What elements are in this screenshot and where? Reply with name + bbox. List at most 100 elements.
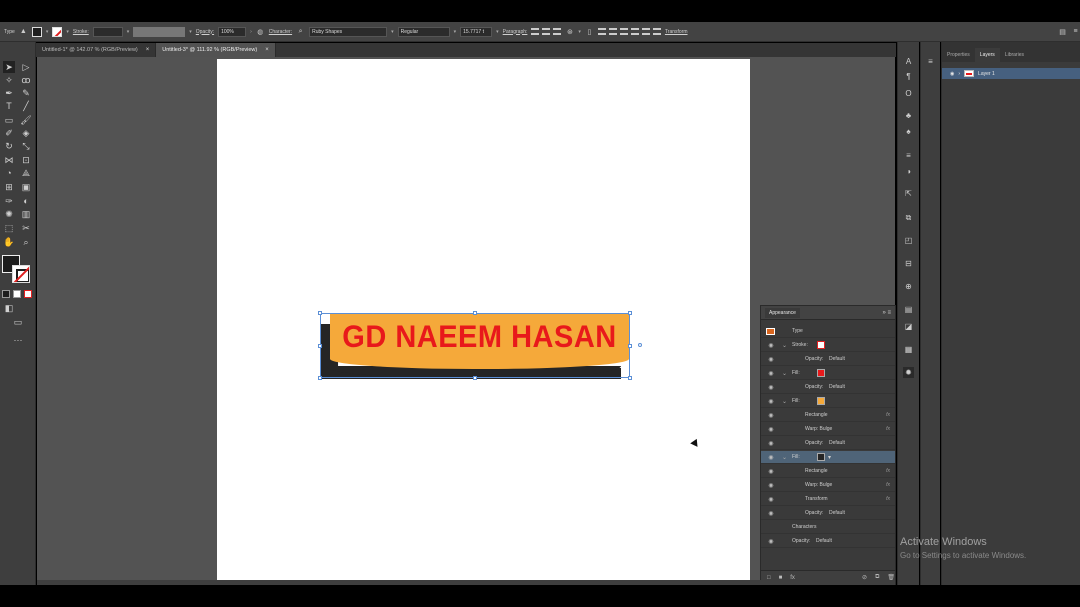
paragraph-panel-icon[interactable]: ¶ <box>903 71 914 82</box>
selection-bounding-box[interactable] <box>320 313 630 378</box>
align-panel-icon[interactable]: ⊟ <box>903 258 914 269</box>
width-tool-icon[interactable]: ⋈ <box>3 154 15 166</box>
brushes-panel-icon[interactable]: ♠ <box>903 126 914 137</box>
visibility-eye-icon[interactable]: ◉ <box>767 356 775 363</box>
rectangle-tool-icon[interactable]: ▭ <box>3 114 15 126</box>
export-panel-icon[interactable]: ⇱ <box>903 188 914 199</box>
none-mode-icon[interactable] <box>24 290 32 298</box>
appearance-row-opacity[interactable]: ◉ Opacity: Default <box>761 381 895 394</box>
chevron-down-icon[interactable]: ⌄ <box>782 342 787 349</box>
stroke-weight-input[interactable] <box>92 26 123 37</box>
line-tool-icon[interactable]: ╱ <box>20 100 32 112</box>
resize-handle[interactable] <box>318 344 322 348</box>
perspective-grid-tool-icon[interactable]: ⟁ <box>20 167 32 179</box>
symbols-panel-icon[interactable]: ♣ <box>903 110 914 121</box>
image-trace-panel-icon[interactable]: ▦ <box>903 344 914 355</box>
appearance-row-fill-black[interactable]: ◉ ⌄ Fill: ▾ <box>761 451 895 464</box>
chevron-right-icon[interactable]: › <box>250 29 252 35</box>
appearance-row-opacity[interactable]: ◉ Opacity: Default <box>761 437 895 450</box>
character-panel-icon[interactable]: A <box>903 56 914 67</box>
fill-orange-swatch[interactable] <box>817 397 825 405</box>
chevron-down-icon[interactable]: ▾ <box>189 29 192 35</box>
appearance-row-effect[interactable]: ◉ Warp: Bulge fx <box>761 479 895 492</box>
arrange-icon[interactable]: ▤ <box>1058 27 1067 36</box>
panel-menu-icon[interactable]: ≡ <box>925 56 936 67</box>
resize-handle[interactable] <box>318 376 322 380</box>
tab-properties[interactable]: Properties <box>942 48 975 62</box>
transform-label[interactable]: Transform <box>665 29 688 35</box>
visibility-eye-icon[interactable]: ◉ <box>767 426 775 433</box>
character-label[interactable]: Character: <box>269 29 292 35</box>
paragraph-align-group[interactable] <box>531 28 562 35</box>
shape-builder-tool-icon[interactable]: ◔ <box>3 167 15 179</box>
visibility-eye-icon[interactable]: ◉ <box>767 384 775 391</box>
visibility-eye-icon[interactable]: ◉ <box>767 538 775 545</box>
recolor-icon[interactable]: ◍ <box>256 27 265 36</box>
appearance-row-effect[interactable]: ◉ Rectangle fx <box>761 465 895 478</box>
resize-handle[interactable] <box>628 311 632 315</box>
paintbrush-tool-icon[interactable]: 🖌 <box>20 114 32 126</box>
graphic-styles-panel-icon[interactable]: ⊕ <box>903 281 914 292</box>
stroke-none-swatch[interactable] <box>817 341 825 349</box>
appearance-row-opacity[interactable]: ◉ Opacity: Default <box>761 353 895 366</box>
resize-handle[interactable] <box>473 376 477 380</box>
shaper-tool-icon[interactable]: ✐ <box>3 127 15 139</box>
fill-red-swatch[interactable] <box>817 369 825 377</box>
magic-wand-tool-icon[interactable]: ✧ <box>3 74 15 86</box>
font-style-select[interactable]: Regular <box>397 26 450 37</box>
resize-handle[interactable] <box>318 311 322 315</box>
warning-triangle-icon[interactable]: ▲ <box>19 27 28 36</box>
font-size-input[interactable]: 15.7717 t <box>460 26 493 37</box>
mesh-tool-icon[interactable]: ⊞ <box>3 181 15 193</box>
panel-menu-icon[interactable]: » ≡ <box>882 310 891 316</box>
panel-title[interactable]: Appearance <box>765 307 800 318</box>
tab-untitled-1[interactable]: Untitled-1* @ 142.07 % (RGB/Preview) × <box>36 43 157 57</box>
visibility-eye-icon[interactable]: ◉ <box>767 454 775 461</box>
visibility-eye-icon[interactable]: ◉ <box>767 510 775 517</box>
variable-width-profile[interactable] <box>133 26 186 37</box>
font-family-select[interactable]: Ruby Shapes <box>309 26 388 37</box>
chevron-down-icon[interactable]: ⌄ <box>782 454 787 461</box>
align-to-icon[interactable]: ▯ <box>585 27 594 36</box>
pathfinder-panel-icon[interactable]: ◰ <box>903 235 914 246</box>
appearance-row-fill-orange[interactable]: ◉ ⌄ Fill: <box>761 395 895 408</box>
appearance-row-characters[interactable]: Characters <box>761 521 895 534</box>
direct-selection-tool-icon[interactable]: ▷ <box>20 61 32 73</box>
opentype-panel-icon[interactable]: O <box>903 88 914 99</box>
appearance-row-fill-red[interactable]: ◉ ⌄ Fill: <box>761 367 895 380</box>
fx-icon[interactable]: fx <box>886 426 890 432</box>
tab-layers[interactable]: Layers <box>974 48 1000 62</box>
chevron-down-icon[interactable]: ▾ <box>66 29 69 35</box>
selection-tool-icon[interactable]: ➤ <box>3 61 15 73</box>
pen-tool-icon[interactable]: ✒ <box>3 87 15 99</box>
appearance-row-effect[interactable]: ◉ Warp: Bulge fx <box>761 423 895 436</box>
rotate-tool-icon[interactable]: ↻ <box>3 140 15 152</box>
stroke-swatch[interactable] <box>52 26 63 37</box>
scale-tool-icon[interactable]: ⤡ <box>20 140 32 152</box>
curvature-tool-icon[interactable]: ✎ <box>20 87 32 99</box>
fx-icon[interactable]: fx <box>886 482 890 488</box>
appearance-row-stroke[interactable]: ◉ ⌄ Stroke: <box>761 339 895 352</box>
visibility-eye-icon[interactable]: ◉ <box>767 468 775 475</box>
fx-icon[interactable]: fx <box>886 496 890 502</box>
gradient-tool-icon[interactable]: ▣ <box>20 181 32 193</box>
transparency-panel-icon[interactable]: ◑ <box>903 166 914 177</box>
lasso-tool-icon[interactable]: ꝏ <box>20 74 32 86</box>
chevron-down-icon[interactable]: ▾ <box>454 29 457 35</box>
eraser-tool-icon[interactable]: ◈ <box>20 127 32 139</box>
fill-swatch[interactable] <box>31 26 42 37</box>
chevron-down-icon[interactable]: ▾ <box>496 29 499 35</box>
visibility-eye-icon[interactable]: ◉ <box>767 342 775 349</box>
artboards-panel-icon[interactable]: ⧉ <box>903 212 914 223</box>
blend-tool-icon[interactable]: ◐ <box>20 195 32 207</box>
appearance-panel-icon[interactable]: ✹ <box>903 367 914 378</box>
resize-handle[interactable] <box>628 376 632 380</box>
fx-icon[interactable]: fx <box>886 468 890 474</box>
appearance-row-opacity[interactable]: ◉ Opacity: Default <box>761 535 895 548</box>
symbol-sprayer-tool-icon[interactable]: ✺ <box>3 208 15 220</box>
stroke-panel-icon[interactable]: ≡ <box>903 150 914 161</box>
paragraph-label[interactable]: Paragraph: <box>503 29 528 35</box>
chevron-down-icon[interactable]: ⌄ <box>782 370 787 377</box>
close-icon[interactable]: × <box>146 47 150 53</box>
search-icon[interactable]: ⌕ <box>296 27 305 36</box>
